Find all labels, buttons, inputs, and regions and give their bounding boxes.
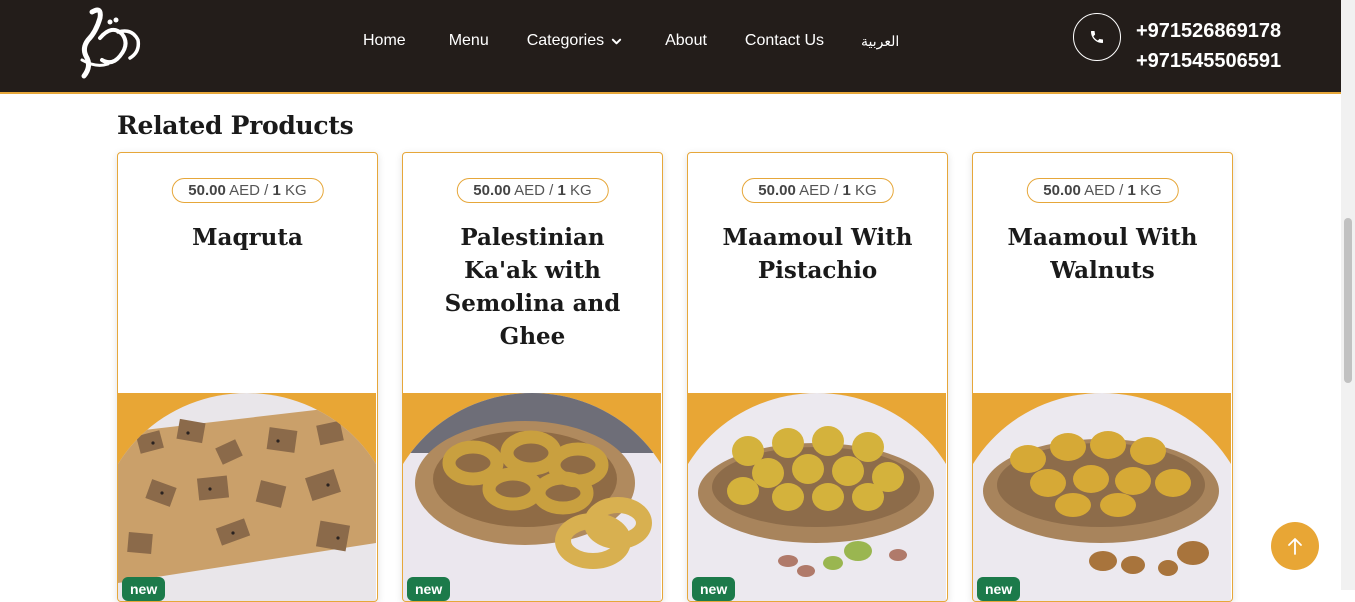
product-image[interactable]: new [688,393,946,601]
phone-icon[interactable] [1073,13,1121,61]
nav-menu[interactable]: Menu [449,32,489,50]
product-card[interactable]: 50.00 AED / 1 KG Maamoul With Pistachio [687,152,948,602]
nav-categories-label: Categories [526,32,605,49]
phone-numbers: +971526869178 +971545506591 [1136,16,1281,76]
scrollbar-thumb[interactable] [1344,218,1352,383]
new-badge: new [692,577,736,601]
product-title[interactable]: Palestinian Ka'ak with Semolina and Ghee [423,221,642,353]
nav-home[interactable]: Home [363,32,406,50]
product-title[interactable]: Maamoul With Pistachio [708,221,927,287]
nav-contact[interactable]: Contact Us [745,32,824,50]
main-nav: Home Menu Categories About Contact Us ال… [363,32,899,50]
nav-language-arabic[interactable]: العربية [861,33,899,50]
product-title[interactable]: Maqruta [138,221,357,254]
phone-number-1[interactable]: +971526869178 [1136,16,1281,46]
arrow-up-icon [1288,538,1302,555]
nav-about[interactable]: About [665,32,707,50]
new-badge: new [977,577,1021,601]
product-card[interactable]: 50.00 AED / 1 KG Maamoul With Walnuts ne… [972,152,1233,602]
page-scrollbar[interactable] [1341,0,1355,590]
price-tag: 50.00 AED / 1 KG [456,178,609,203]
product-image[interactable]: new [973,393,1231,601]
section-title: Related Products [117,111,354,140]
price-tag: 50.00 AED / 1 KG [171,178,324,203]
product-card[interactable]: 50.00 AED / 1 KG Palestinian Ka'ak with … [402,152,663,602]
site-header: Home Menu Categories About Contact Us ال… [0,0,1355,94]
chevron-down-icon [611,38,622,44]
product-image[interactable]: new [118,393,376,601]
nav-categories[interactable]: Categories [527,32,622,50]
phone-number-2[interactable]: +971545506591 [1136,46,1281,76]
price-tag: 50.00 AED / 1 KG [741,178,894,203]
site-logo[interactable] [72,4,144,84]
product-image[interactable]: new [403,393,661,601]
product-card[interactable]: 50.00 AED / 1 KG Maqruta new [117,152,378,602]
product-title[interactable]: Maamoul With Walnuts [993,221,1212,287]
new-badge: new [407,577,451,601]
price-tag: 50.00 AED / 1 KG [1026,178,1179,203]
new-badge: new [122,577,166,601]
back-to-top-button[interactable] [1271,522,1319,570]
